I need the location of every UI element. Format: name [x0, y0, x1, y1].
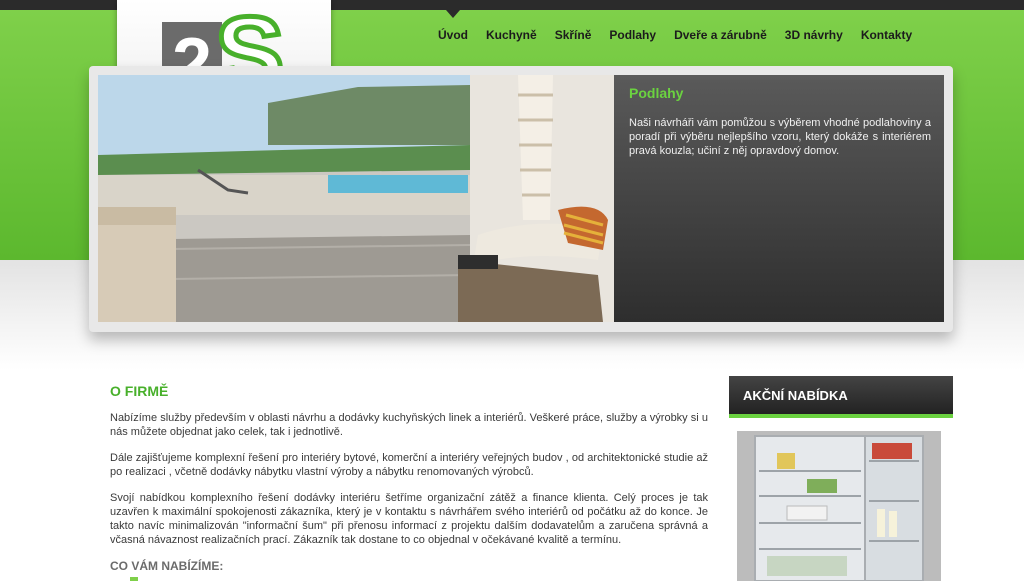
slider-title: Podlahy: [629, 85, 684, 101]
nav-item-skrine[interactable]: Skříně: [555, 24, 592, 46]
sidebar-special-offer: AKČNÍ NABÍDKA: [729, 376, 953, 581]
offer-heading: CO VÁM NABÍZÍME:: [110, 559, 224, 573]
main-content: O FIRMĚ Nabízíme služby především v obla…: [110, 383, 708, 573]
sidebar-title: AKČNÍ NABÍDKA: [743, 388, 848, 403]
nav-item-uvod[interactable]: Úvod: [438, 10, 468, 46]
slider-text: Naši návrháři vám pomůžou s výběrem vhod…: [629, 117, 931, 157]
nav-item-kontakty[interactable]: Kontakty: [861, 24, 912, 46]
section-heading: O FIRMĚ: [110, 383, 169, 399]
hero-photo: [98, 75, 614, 322]
nav-item-kuchyne[interactable]: Kuchyně: [486, 24, 537, 46]
services-paragraph: Dále zajišťujeme komplexní řešení pro in…: [110, 452, 708, 478]
nav-item-3d-navrhy[interactable]: 3D návrhy: [785, 24, 843, 46]
slider-caption: Podlahy Naši návrháři vám pomůžou s výbě…: [614, 75, 944, 322]
offer-paragraph: Svojí nabídkou komplexního řešení dodávk…: [110, 492, 708, 546]
nav-item-dvere[interactable]: Dveře a zárubně: [674, 24, 767, 46]
main-navigation: Úvod Kuchyně Skříně Podlahy Dveře a záru…: [438, 10, 912, 46]
hero-slider[interactable]: Podlahy Naši návrháři vám pomůžou s výbě…: [89, 66, 953, 332]
list-bullet-icon: [130, 577, 138, 581]
nav-item-podlahy[interactable]: Podlahy: [609, 24, 656, 46]
intro-paragraph: Nabízíme služby především v oblasti návr…: [110, 412, 708, 438]
fridge-product-image[interactable]: [737, 431, 941, 581]
